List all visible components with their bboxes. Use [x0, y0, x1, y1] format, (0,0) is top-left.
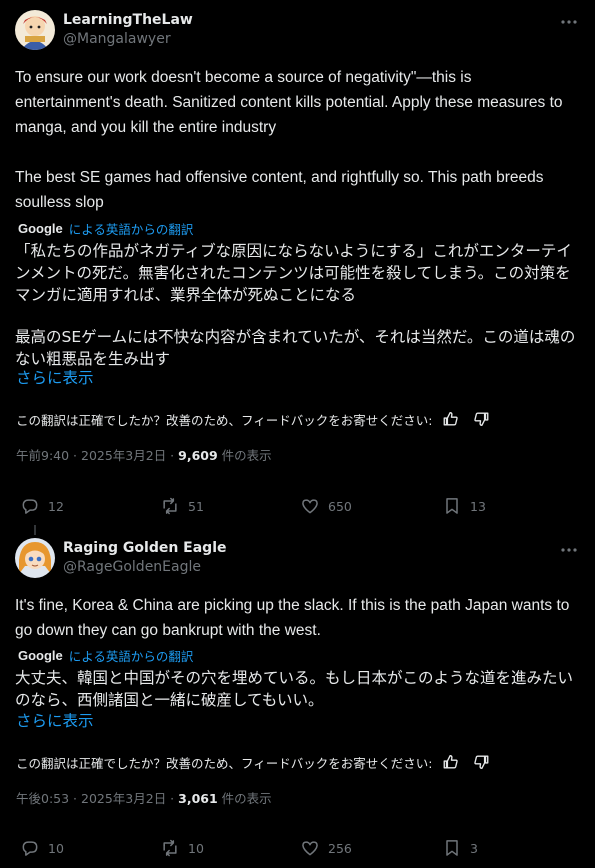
translation-feedback: この翻訳は正確でしたか？改善のため、フィードバックをお寄せください:	[16, 752, 502, 772]
tweet-1[interactable]: LearningTheLaw @Mangalawyer To ensure ou…	[0, 0, 595, 525]
tweet-text-en: To ensure our work doesn't become a sour…	[15, 65, 580, 215]
tweet-paragraph: It's fine, Korea & China are picking up …	[15, 597, 570, 639]
translation-source: Google による英語からの翻訳	[18, 219, 193, 237]
translation-feedback: この翻訳は正確でしたか？改善のため、フィードバックをお寄せください:	[16, 409, 502, 429]
translation-source: Google による英語からの翻訳	[18, 646, 193, 664]
avatar[interactable]	[15, 538, 55, 578]
reply-button[interactable]: 10	[20, 838, 64, 858]
tweet-2[interactable]: Raging Golden Eagle @RageGoldenEagle It'…	[0, 525, 595, 868]
repost-button[interactable]: 51	[160, 496, 204, 516]
bookmark-icon	[446, 498, 458, 514]
display-name[interactable]: LearningTheLaw	[63, 11, 193, 29]
thumbs-down-icon[interactable]	[472, 753, 490, 771]
translated-paragraph: 大丈夫、韓国と中国がその穴を埋めている。もし日本がこのような道を進みたいのなら、…	[15, 669, 574, 709]
repost-icon	[163, 839, 177, 857]
translated-paragraph: 「私たちの作品がネガティブな原因にならないようにする」これがエンターテインメント…	[15, 242, 572, 304]
timestamp[interactable]: 午後0:53 · 2025年3月2日 ·	[16, 791, 178, 806]
feedback-text: この翻訳は正確でしたか？改善のため、フィードバックをお寄せください:	[16, 412, 433, 428]
translation-source-link[interactable]: による英語からの翻訳	[69, 219, 194, 238]
views-count: 3,061	[178, 791, 218, 806]
thumbs-down-icon[interactable]	[472, 410, 490, 428]
tweet-paragraph: To ensure our work doesn't become a sour…	[15, 69, 563, 136]
show-more-link[interactable]: さらに表示	[16, 368, 94, 388]
bookmark-button[interactable]: 13	[442, 496, 486, 516]
views-label: 件の表示	[217, 791, 272, 806]
translated-paragraph: 最高のSEゲームには不快な内容が含まれていたが、それは当然だ。この道は魂のない粗…	[15, 328, 576, 368]
google-logo: Google	[18, 220, 63, 236]
tweet-meta: 午後0:53 · 2025年3月2日 · 3,061 件の表示	[16, 790, 272, 808]
like-count: 650	[328, 498, 352, 514]
heart-icon	[302, 841, 318, 856]
google-logo: Google	[18, 647, 63, 663]
reply-button[interactable]: 12	[20, 496, 64, 516]
bookmark-count: 3	[470, 840, 478, 856]
tweet-text-translated: 大丈夫、韓国と中国がその穴を埋めている。もし日本がこのような道を進みたいのなら、…	[15, 667, 583, 711]
reply-count: 12	[48, 498, 64, 514]
handle[interactable]: @Mangalawyer	[63, 29, 193, 49]
repost-count: 51	[188, 498, 204, 514]
tweet-text-translated: 「私たちの作品がネガティブな原因にならないようにする」これがエンターテインメント…	[15, 240, 583, 370]
reply-count: 10	[48, 840, 64, 856]
more-dots-icon[interactable]	[559, 540, 579, 560]
tweet-paragraph: The best SE games had offensive content,…	[15, 169, 544, 211]
thumbs-up-icon[interactable]	[442, 410, 460, 428]
reply-icon	[22, 499, 38, 514]
like-button[interactable]: 256	[300, 838, 352, 858]
display-name[interactable]: Raging Golden Eagle	[63, 539, 227, 557]
repost-icon	[163, 497, 177, 515]
bookmark-button[interactable]: 3	[442, 838, 478, 858]
show-more-link[interactable]: さらに表示	[16, 711, 94, 731]
tweet-text-en: It's fine, Korea & China are picking up …	[15, 593, 580, 643]
feedback-text: この翻訳は正確でしたか？改善のため、フィードバックをお寄せください:	[16, 755, 433, 771]
heart-icon	[302, 499, 318, 514]
repost-button[interactable]: 10	[160, 838, 204, 858]
reply-icon	[22, 841, 38, 856]
handle[interactable]: @RageGoldenEagle	[63, 557, 227, 577]
views-label: 件の表示	[217, 448, 272, 463]
like-button[interactable]: 650	[300, 496, 352, 516]
thumbs-up-icon[interactable]	[442, 753, 460, 771]
like-count: 256	[328, 840, 352, 856]
tweet-meta: 午前9:40 · 2025年3月2日 · 9,609 件の表示	[16, 447, 272, 465]
bookmark-icon	[446, 840, 458, 856]
views-count: 9,609	[178, 448, 218, 463]
more-dots-icon[interactable]	[559, 12, 579, 32]
avatar[interactable]	[15, 10, 55, 50]
timestamp[interactable]: 午前9:40 · 2025年3月2日 ·	[16, 448, 178, 463]
bookmark-count: 13	[470, 498, 486, 514]
repost-count: 10	[188, 840, 204, 856]
translation-source-link[interactable]: による英語からの翻訳	[69, 646, 194, 665]
